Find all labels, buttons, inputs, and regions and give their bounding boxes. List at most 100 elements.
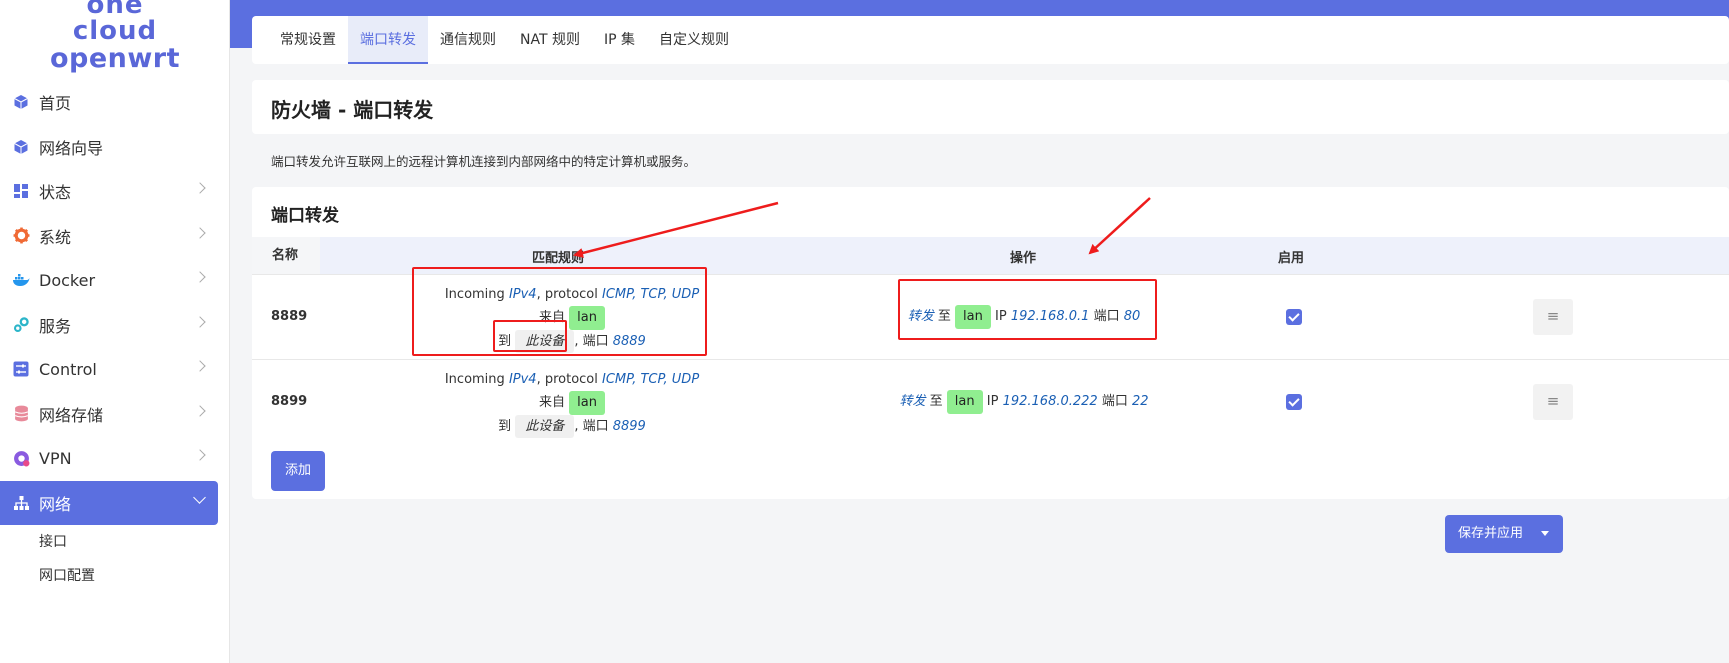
header-match: 匹配规则 (532, 251, 585, 266)
sidebar-item-status[interactable]: 状态 (0, 169, 230, 214)
sidebar-item-docker[interactable]: Docker (0, 258, 230, 303)
chevron-right-icon (194, 226, 206, 239)
tab-general[interactable]: 常规设置 (268, 16, 348, 64)
logo-line-1: one cloud (72, 0, 158, 46)
table-row: 8899 Incoming IPv4, protocol ICMP, TCP, … (252, 359, 1729, 444)
zone-badge: lan (955, 305, 991, 329)
tab-port-forward[interactable]: 端口转发 (348, 16, 428, 64)
header-action: 操作 (1010, 251, 1037, 266)
match-line-from: 来自 lan (442, 391, 702, 415)
tab-nat-rules[interactable]: NAT 规则 (508, 16, 592, 64)
sidebar: one cloud openwrt 首页 网络向导 状态 系统 Docker 服… (0, 0, 230, 663)
ip-value: 192.168.0.1 (1010, 309, 1090, 324)
cogs-icon (12, 316, 30, 334)
match-line-to: 到 此设备, 端口 8899 (442, 415, 702, 438)
device-badge: 此设备 (515, 330, 575, 353)
chevron-right-icon (194, 449, 206, 461)
sidebar-item-label: VPN (39, 448, 72, 468)
action-verb: 转发 (907, 309, 934, 324)
page-description: 端口转发允许互联网上的远程计算机连接到内部网络中的特定计算机或服务。 (271, 154, 697, 169)
sliders-icon (12, 360, 30, 378)
header-enabled: 启用 (1278, 251, 1305, 266)
protocol-label: , protocol (536, 287, 598, 302)
sidebar-item-services[interactable]: 服务 (0, 303, 230, 348)
action-to: 至 (937, 309, 951, 324)
incoming-label: Incoming (444, 287, 505, 302)
enabled-checkbox[interactable] (1286, 394, 1302, 410)
family-value: IPv4 (508, 287, 537, 302)
chevron-right-icon (194, 315, 206, 328)
match-rule: Incoming IPv4, protocol ICMP, TCP, UDP 来… (442, 283, 702, 353)
chevron-right-icon (194, 271, 206, 283)
tab-traffic-rules[interactable]: 通信规则 (428, 16, 508, 64)
action-port-label: 端口 (1101, 394, 1128, 409)
sidebar-item-label: 网络存储 (39, 405, 104, 425)
sidebar-item-control[interactable]: Control (0, 347, 230, 392)
rule-name: 8889 (271, 309, 308, 324)
sidebar-item-system[interactable]: 系统 (0, 214, 230, 259)
sidebar-item-label: 系统 (39, 227, 72, 247)
tab-ipsets[interactable]: IP 集 (592, 16, 647, 64)
protocols-value: ICMP, TCP, UDP (602, 287, 700, 302)
match-line-from: 来自 lan (442, 306, 702, 330)
enabled-checkbox[interactable] (1286, 309, 1302, 325)
ip-label: IP (986, 394, 999, 409)
from-label: 来自 (539, 395, 566, 410)
sidebar-item-label: 状态 (39, 183, 72, 203)
match-line-incoming: Incoming IPv4, protocol ICMP, TCP, UDP (442, 283, 702, 306)
chevron-right-icon (194, 182, 206, 194)
save-apply-button[interactable]: 保存并应用 (1445, 515, 1563, 553)
sidebar-subitem-interfaces[interactable]: 接口 (0, 525, 230, 559)
gear-icon (12, 227, 30, 245)
from-label: 来自 (539, 310, 566, 325)
family-value: IPv4 (508, 372, 537, 387)
cube-icon (12, 93, 30, 111)
drag-handle-icon[interactable]: ≡ (1533, 384, 1573, 420)
port-label: , 端口 (574, 334, 609, 349)
action-port-value: 22 (1131, 394, 1149, 409)
caret-down-icon (1541, 531, 1549, 536)
to-label: 到 (498, 419, 512, 434)
vpn-icon (12, 449, 30, 467)
device-badge: 此设备 (515, 415, 575, 438)
protocol-label: , protocol (536, 372, 598, 387)
match-line-incoming: Incoming IPv4, protocol ICMP, TCP, UDP (442, 368, 702, 391)
page-title-card: 防火墙 - 端口转发 (252, 80, 1729, 134)
sidebar-nav: 首页 网络向导 状态 系统 Docker 服务 Control 网络存储 VPN… (0, 80, 230, 593)
zone-badge: lan (569, 306, 605, 330)
table-header: 名称 匹配规则 操作 启用 (252, 237, 1729, 274)
sidebar-item-network-wizard[interactable]: 网络向导 (0, 125, 230, 170)
sidebar-item-label: 网络 (39, 494, 72, 514)
tab-custom-rules[interactable]: 自定义规则 (647, 16, 741, 64)
sidebar-item-label: 网络向导 (39, 138, 104, 158)
drag-handle-icon[interactable]: ≡ (1533, 299, 1573, 335)
save-apply-label: 保存并应用 (1458, 526, 1524, 541)
sidebar-item-network[interactable]: 网络 (0, 480, 218, 525)
action-cell: 转发 至 lan IP 192.168.0.222 端口 22 (844, 390, 1204, 414)
database-icon (12, 405, 30, 423)
sidebar-item-label: Docker (39, 270, 96, 290)
port-value: 8889 (612, 334, 646, 349)
sidebar-item-home[interactable]: 首页 (0, 80, 230, 125)
logo-line-2: openwrt (49, 43, 181, 74)
to-label: 到 (498, 334, 512, 349)
sidebar-item-network-storage[interactable]: 网络存储 (0, 392, 230, 437)
port-forward-section: 端口转发 名称 匹配规则 操作 启用 8889 Incoming IPv4, p… (252, 187, 1729, 499)
sidebar-item-label: 首页 (39, 94, 72, 114)
sidebar-item-vpn[interactable]: VPN (0, 436, 230, 481)
add-button[interactable]: 添加 (271, 451, 325, 491)
protocols-value: ICMP, TCP, UDP (602, 372, 700, 387)
port-value: 8899 (612, 419, 646, 434)
cube-icon (12, 138, 30, 156)
action-verb: 转发 (899, 394, 926, 409)
action-port-value: 80 (1123, 309, 1141, 324)
action-port-label: 端口 (1093, 309, 1120, 324)
match-line-to: 到 此设备, 端口 8889 (442, 330, 702, 353)
match-rule: Incoming IPv4, protocol ICMP, TCP, UDP 来… (442, 368, 702, 438)
dashboard-icon (12, 182, 30, 200)
section-title: 端口转发 (271, 206, 339, 226)
action-to: 至 (929, 394, 943, 409)
chevron-down-icon (193, 490, 206, 504)
sidebar-subitem-port-config[interactable]: 网口配置 (0, 559, 230, 593)
rule-name: 8899 (271, 394, 308, 409)
